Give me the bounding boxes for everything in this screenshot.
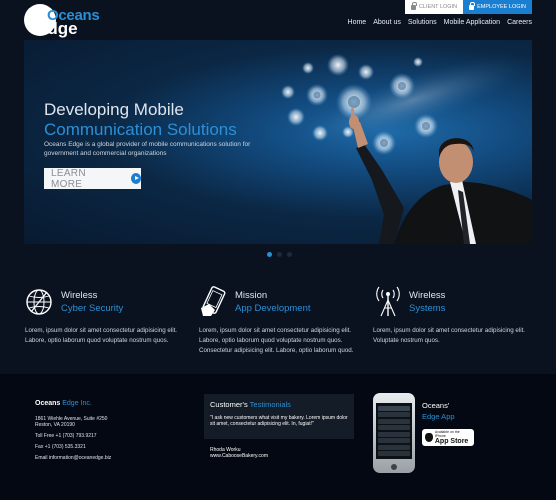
client-login-button[interactable]: CLIENT LOGIN [404, 0, 464, 14]
hero-title-line2: Communication Solutions [44, 120, 237, 139]
nav-item-careers[interactable]: Careers [507, 19, 532, 26]
lock-icon [410, 1, 417, 10]
logo-line2: Edge [36, 19, 78, 38]
slider-dot-2[interactable] [277, 252, 282, 257]
globe-icon [26, 289, 52, 315]
app-store-badge[interactable]: Available on the iPhone App Store [422, 429, 474, 446]
footer-company-title: Oceans Edge Inc. [35, 400, 92, 407]
employee-login-button[interactable]: EMPLOYEE LOGIN [463, 0, 532, 14]
phone-screen [376, 403, 412, 459]
app-store-label: App Store [434, 438, 469, 445]
footer-contact: Oceans Edge Inc. 1861 Wiehle Avenue, Sui… [35, 400, 185, 461]
feature-subtitle: Cyber Security [61, 303, 124, 314]
nav-item-mobile-application[interactable]: Mobile Application [444, 19, 500, 26]
feature-text: Lorem, ipsum dolor sit amet consectetur … [373, 327, 526, 344]
play-arrow-icon [130, 173, 141, 184]
hero-title-line1: Developing Mobile [44, 100, 184, 119]
hero-banner: Developing Mobile Communication Solution… [24, 40, 532, 244]
feature-text: Lorem, ipsum dolor sit amet consectetur … [25, 327, 178, 344]
testimonial-box: Customer's Testimonials "I ask new custo… [204, 394, 354, 439]
login-bar: CLIENT LOGIN EMPLOYEE LOGIN [404, 0, 532, 14]
nav-item-home[interactable]: Home [348, 19, 367, 26]
antenna-icon [376, 286, 400, 317]
feature-text: Lorem, ipsum dolor sit amet consectetur … [199, 327, 354, 354]
apple-icon [425, 433, 433, 442]
testimonial-site-link[interactable]: www.CabooseBakery.com [210, 453, 268, 459]
app-store-small-label: Available on the iPhone [434, 430, 460, 438]
nav-item-about[interactable]: About us [373, 19, 401, 26]
home-button-icon [391, 464, 397, 470]
feature-title: Wireless [61, 290, 98, 301]
testimonial-title: Customer's Testimonials [210, 400, 291, 409]
iphone-image [373, 393, 415, 473]
brand-logo[interactable]: Oceans Edge [24, 4, 104, 38]
hero-businessman-image [281, 54, 532, 244]
learn-more-button[interactable]: LEARN MORE [44, 167, 141, 190]
app-title-line2: Edge App [422, 412, 455, 421]
feature-subtitle: Systems [409, 303, 446, 314]
hero-description: Oceans Edge is a global provider of mobi… [44, 141, 251, 157]
employee-login-label: EMPLOYEE LOGIN [477, 4, 526, 10]
site-footer: Oceans Edge Inc. 1861 Wiehle Avenue, Sui… [0, 374, 556, 500]
client-login-label: CLIENT LOGIN [418, 4, 458, 10]
feature-title: Wireless [409, 290, 446, 301]
app-promo: Oceans' Edge App Available on the iPhone… [422, 401, 474, 446]
slider-dot-1[interactable] [267, 252, 272, 257]
feature-title: Mission [235, 290, 268, 301]
feature-subtitle: App Development [235, 303, 311, 314]
phone-touch-icon [201, 286, 226, 316]
learn-more-label: LEARN MORE [51, 167, 86, 190]
site-header: Oceans Edge CLIENT LOGIN EMPLOYEE LOGIN … [0, 0, 556, 40]
lock-icon [469, 1, 476, 10]
footer-email[interactable]: Email information@oceanedge.biz [35, 455, 185, 461]
slider-dots [267, 252, 292, 257]
nav-item-solutions[interactable]: Solutions [408, 19, 437, 26]
testimonial-author: Rhoda Worku www.CabooseBakery.com [210, 447, 268, 459]
slider-dot-3[interactable] [287, 252, 292, 257]
app-title-line1: Oceans' [422, 401, 450, 410]
testimonial-quote: "I ask new customers what visit my baker… [210, 415, 348, 427]
main-nav: Home About us Solutions Mobile Applicati… [348, 19, 532, 26]
